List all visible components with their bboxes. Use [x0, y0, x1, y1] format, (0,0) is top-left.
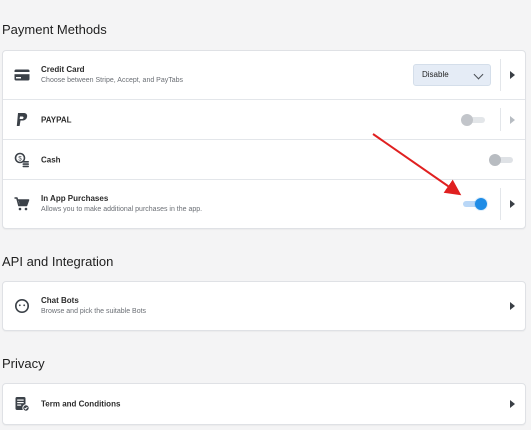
row-divider [500, 108, 501, 131]
paypal-title: PAYPAL [41, 115, 72, 124]
in-app-purchases-title: In App Purchases [41, 194, 109, 203]
credit-card-provider-select-value: Disable [422, 70, 449, 79]
in-app-purchases-desc: Allows you to make additional purchases … [41, 206, 203, 213]
terms-title: Term and Conditions [41, 399, 121, 409]
cash-toggle[interactable] [489, 153, 513, 166]
cart-icon [13, 195, 31, 213]
chevron-right-icon[interactable] [510, 115, 515, 124]
privacy-row-terms[interactable]: Term and Conditions [3, 384, 525, 424]
section-title-api-integration: API and Integration [2, 254, 114, 269]
toggle-knob [489, 153, 501, 166]
chevron-right-icon[interactable] [510, 71, 515, 79]
chevron-right-icon[interactable] [510, 200, 515, 208]
payment-row-credit-card[interactable]: Credit Card Choose between Stripe, Accep… [3, 51, 525, 100]
payment-row-in-app-purchases[interactable]: In App Purchases Allows you to make addi… [3, 180, 525, 228]
section-title-payment-methods: Payment Methods [2, 22, 107, 37]
payment-row-paypal[interactable]: PAYPAL [3, 100, 525, 140]
row-divider [500, 188, 501, 220]
row-divider [500, 59, 501, 91]
cash-title: Cash [41, 155, 61, 164]
section-title-privacy: Privacy [2, 356, 45, 371]
chevron-down-icon [473, 69, 484, 80]
credit-card-icon [13, 66, 31, 84]
credit-card-title: Credit Card [41, 65, 85, 74]
chat-bots-title: Chat Bots [41, 296, 79, 305]
bot-icon [13, 297, 31, 315]
payment-methods-card: Credit Card Choose between Stripe, Accep… [2, 50, 526, 229]
privacy-card: Term and Conditions [2, 383, 526, 425]
chevron-right-icon[interactable] [510, 400, 515, 408]
document-check-icon [13, 395, 31, 413]
payment-row-cash[interactable]: $ Cash [3, 140, 525, 180]
chevron-right-icon[interactable] [510, 302, 515, 310]
in-app-purchases-toggle[interactable] [463, 198, 487, 210]
paypal-toggle[interactable] [461, 113, 485, 126]
toggle-knob [475, 198, 487, 210]
api-row-chat-bots[interactable]: Chat Bots Browse and pick the suitable B… [3, 282, 525, 330]
credit-card-desc: Choose between Stripe, Accept, and PayTa… [41, 77, 184, 84]
credit-card-provider-select[interactable]: Disable [413, 64, 491, 86]
api-integration-card: Chat Bots Browse and pick the suitable B… [2, 281, 526, 331]
chat-bots-desc: Browse and pick the suitable Bots [41, 308, 147, 315]
toggle-knob [461, 113, 473, 126]
paypal-icon [13, 111, 31, 129]
cash-icon: $ [13, 151, 31, 169]
